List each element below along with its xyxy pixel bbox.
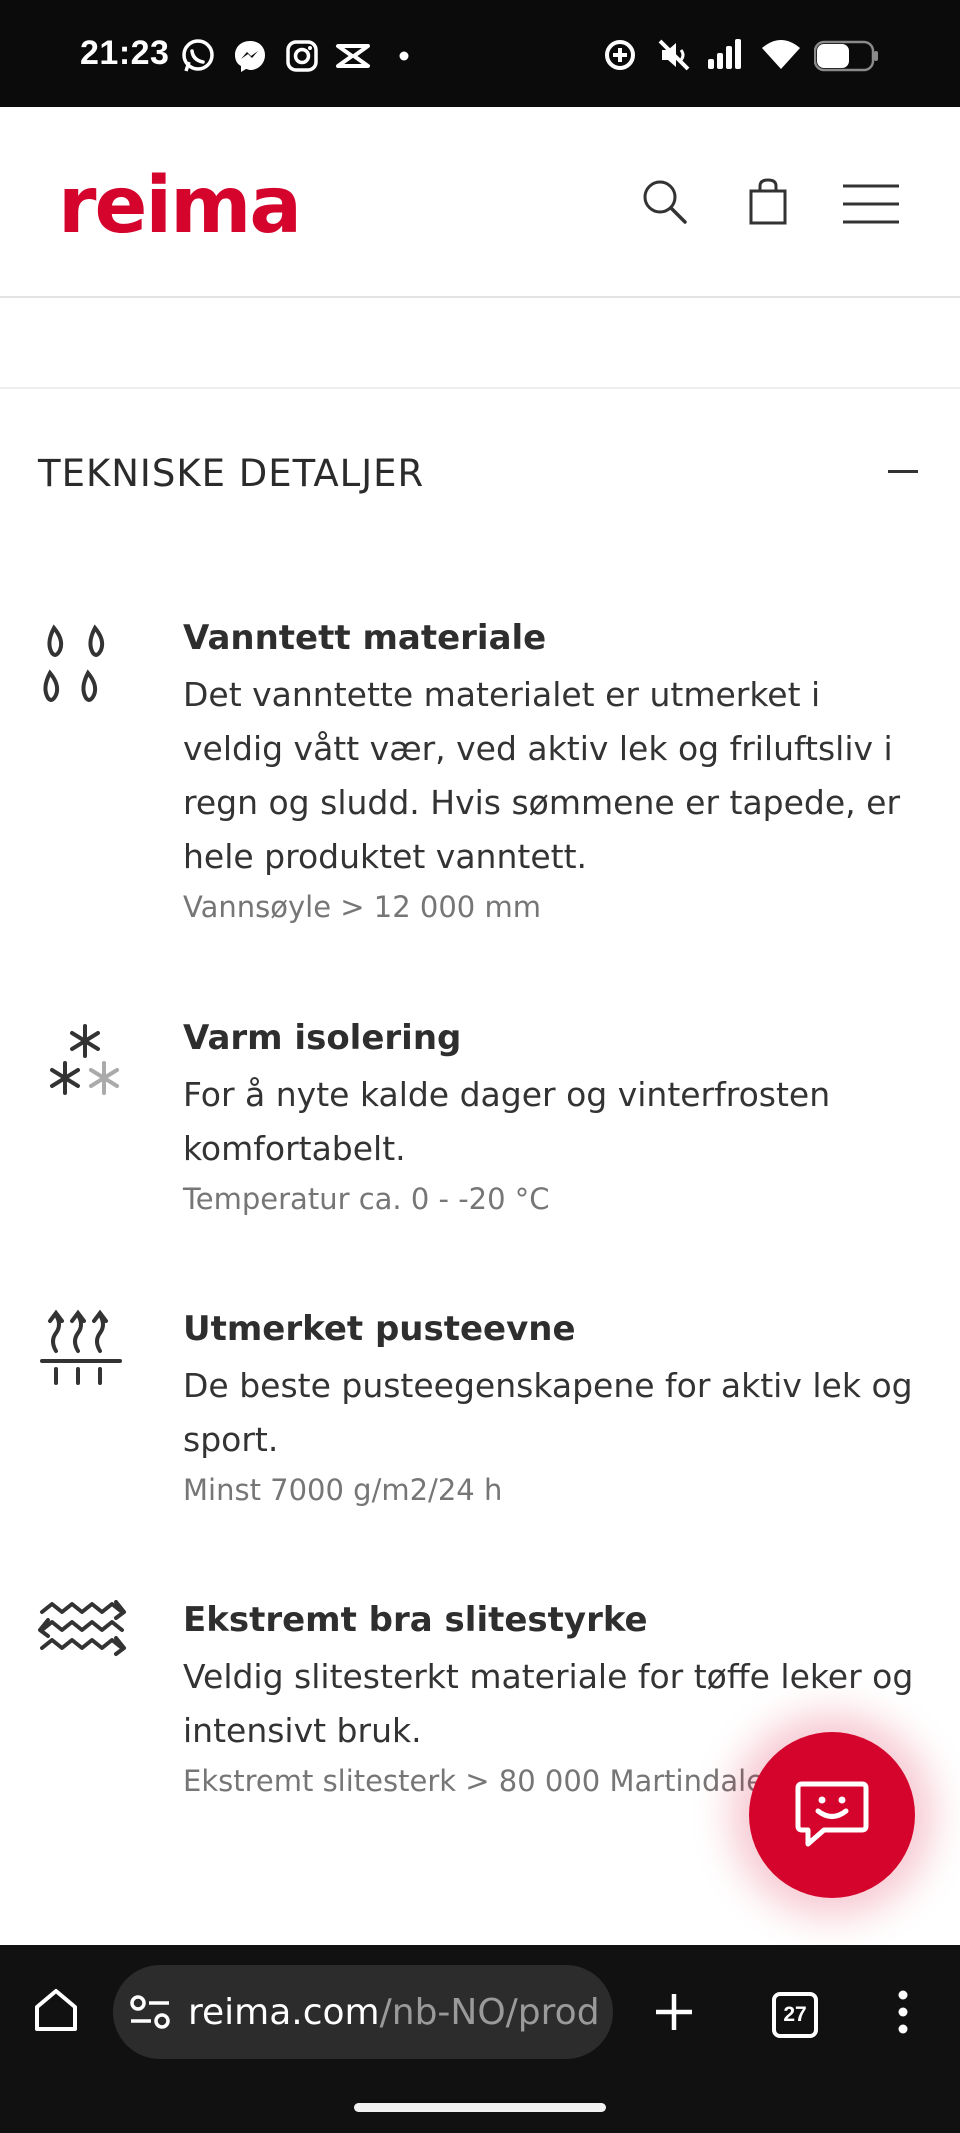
- capcut-icon: [336, 44, 370, 68]
- minus-icon[interactable]: [888, 470, 918, 473]
- browser-toolbar: reima.com/nb-NO/produ 27: [0, 1945, 960, 2133]
- feature-spec: Temperatur ca. 0 - -20 °C: [183, 1182, 550, 1216]
- status-time: 21:23: [80, 34, 170, 72]
- feature-description: De beste pusteegenskapene for aktiv lek …: [183, 1366, 913, 1459]
- water-drops-icon: [43, 624, 105, 702]
- search-icon[interactable]: [640, 177, 690, 227]
- wifi-icon: [762, 40, 800, 69]
- breathability-icon: [40, 1309, 122, 1385]
- section-title[interactable]: TEKNISKE DETALJER: [38, 452, 424, 495]
- feature-description: Det vanntette materialet er utmerket i v…: [183, 675, 901, 876]
- url-text[interactable]: reima.com/nb-NO/produ: [188, 1992, 598, 2033]
- signal-icon: [708, 39, 741, 69]
- data-saver-icon: [605, 40, 635, 70]
- feature-description: For å nyte kalde dager og vinterfrosten …: [183, 1075, 831, 1168]
- tabs-icon[interactable]: 27: [772, 1992, 818, 2038]
- instagram-icon: [286, 40, 318, 72]
- snowflakes-icon: [50, 1024, 119, 1095]
- shopping-bag-icon[interactable]: [748, 177, 788, 227]
- home-indicator[interactable]: [354, 2103, 606, 2112]
- url-path: /nb-NO/produ: [379, 1992, 598, 2033]
- feature-title: Varm isolering: [183, 1018, 462, 1058]
- messenger-icon: [235, 41, 265, 72]
- feature-spec: Minst 7000 g/m2/24 h: [183, 1473, 503, 1507]
- feature-insulation: Varm isolering For å nyte kalde dager og…: [0, 1018, 960, 1228]
- status-bar: 21:23: [0, 0, 960, 107]
- chat-button[interactable]: [749, 1732, 915, 1898]
- feature-spec: Ekstremt slitesterk > 80 000 Martindale: [183, 1764, 765, 1798]
- mute-icon: [658, 39, 690, 71]
- menu-icon[interactable]: [842, 183, 900, 225]
- durability-icon: [38, 1600, 126, 1656]
- new-tab-icon[interactable]: [654, 1992, 694, 2032]
- reima-logo[interactable]: reima: [58, 167, 302, 245]
- site-header: reima: [0, 107, 960, 298]
- site-settings-icon[interactable]: [129, 1993, 171, 2031]
- feature-title: Ekstremt bra slitestyrke: [183, 1600, 648, 1640]
- feature-title: Utmerket pusteevne: [183, 1309, 576, 1349]
- chat-smiley-icon: [795, 1781, 869, 1847]
- home-icon[interactable]: [33, 1987, 79, 2033]
- battery-icon: [814, 40, 878, 72]
- feature-title: Vanntett materiale: [183, 618, 547, 658]
- more-icon[interactable]: [896, 1989, 910, 2035]
- feature-spec: Vannsøyle > 12 000 mm: [183, 890, 541, 924]
- dot-icon: [399, 51, 409, 61]
- url-bar[interactable]: reima.com/nb-NO/produ: [113, 1965, 613, 2059]
- feature-breathability: Utmerket pusteevne De beste pusteegenska…: [0, 1309, 960, 1519]
- whatsapp-icon: [182, 39, 214, 72]
- url-domain: reima.com: [188, 1992, 380, 2033]
- section-divider: [0, 387, 960, 389]
- feature-waterproof: Vanntett materiale Det vanntette materia…: [0, 618, 960, 928]
